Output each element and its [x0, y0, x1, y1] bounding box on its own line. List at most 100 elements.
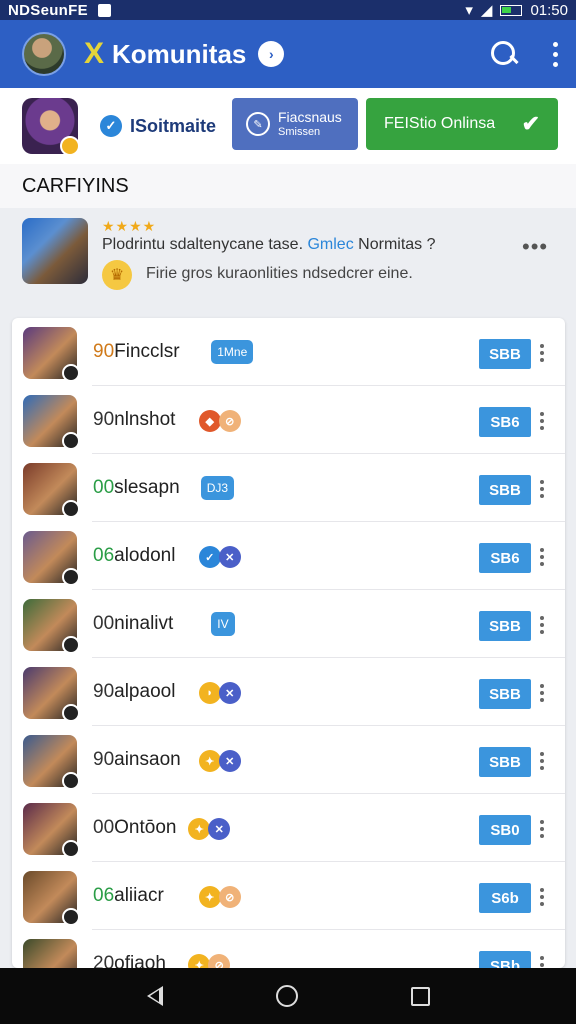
profile-avatar[interactable] — [22, 98, 80, 156]
item-thumbnail[interactable] — [23, 395, 80, 450]
item-thumbnail[interactable] — [23, 463, 80, 518]
item-action-button[interactable]: SBB — [479, 339, 531, 369]
item-more-icon[interactable] — [540, 616, 544, 634]
search-icon[interactable] — [489, 39, 519, 69]
item-action-button[interactable]: S6b — [479, 883, 531, 913]
item-action-button[interactable]: SBB — [479, 611, 531, 641]
item-action-button[interactable]: SB0 — [479, 815, 531, 845]
notification-icon — [97, 3, 111, 17]
list-item[interactable]: 90ainsaon ✦ ✕ SBB — [12, 726, 565, 794]
post-more-icon[interactable]: ••• — [522, 234, 548, 260]
status-icon: ✓ — [198, 546, 221, 568]
item-number: 90 — [93, 681, 115, 702]
item-thumbnail[interactable] — [23, 803, 80, 858]
online-button[interactable]: FEIStio Onlinsa ✔ — [366, 98, 558, 150]
item-name: 00Ontōon — [93, 817, 176, 839]
item-name: 90alpaool — [93, 681, 175, 703]
item-action-button[interactable]: SB6 — [479, 543, 531, 573]
list-item[interactable]: 00Ontōon ✦ ✕ SB0 — [12, 794, 565, 862]
item-label: ofiaoh — [114, 953, 166, 968]
list-item[interactable]: 90nlnshot ◆ ⊘ SB6 — [12, 386, 565, 454]
item-more-icon[interactable] — [540, 956, 544, 968]
item-action-button[interactable]: SBB — [479, 679, 531, 709]
item-number: 20 — [93, 953, 115, 968]
item-more-icon[interactable] — [540, 752, 544, 770]
post-link[interactable]: Gmlec — [307, 236, 353, 253]
user-avatar[interactable] — [22, 32, 66, 76]
item-thumbnail[interactable] — [23, 531, 80, 586]
list-item[interactable]: 00ninalivt IV SBB — [12, 590, 565, 658]
item-number: 90 — [93, 341, 115, 362]
secondary-button-line2: Smissen — [278, 125, 321, 138]
post-card[interactable]: ★★★★ Plodrintu sdaltenycane tase. Gmlec … — [0, 208, 576, 304]
item-name: 90ainsaon — [93, 749, 181, 771]
item-more-icon[interactable] — [540, 412, 544, 430]
item-label: ainsaon — [114, 749, 181, 770]
app-logo-icon: X — [84, 37, 105, 70]
item-number: 90 — [93, 749, 115, 770]
list-item[interactable]: 90Fincclsr 1Mne SBB — [12, 318, 565, 386]
badge-icon: ⊘ — [208, 954, 231, 968]
secondary-action-button[interactable]: ✎ Fiacsnaus Smissen — [232, 98, 358, 150]
check-icon: ✔ — [521, 111, 540, 136]
item-label: slesapn — [114, 477, 180, 498]
item-thumbnail[interactable] — [23, 327, 80, 382]
item-thumbnail[interactable] — [23, 735, 80, 790]
item-number: 06 — [93, 885, 115, 906]
item-more-icon[interactable] — [540, 888, 544, 906]
item-thumbnail[interactable] — [23, 667, 80, 722]
app-bar: X Komunitas › — [0, 20, 576, 88]
item-more-icon[interactable] — [540, 344, 544, 362]
badge-icon: ✕ — [208, 818, 231, 840]
status-icon: ◗ — [198, 682, 221, 704]
item-tag: DJ3 — [200, 476, 235, 500]
battery-icon — [500, 4, 523, 16]
overflow-menu-icon[interactable] — [549, 41, 562, 67]
item-more-icon[interactable] — [540, 820, 544, 838]
post-thumbnail[interactable] — [22, 218, 88, 284]
status-icon: ✦ — [188, 954, 211, 968]
item-thumbnail[interactable] — [23, 871, 80, 926]
item-label: Fincclsr — [114, 341, 180, 362]
item-action-button[interactable]: SB6 — [479, 407, 531, 437]
carrier-label: NDSeunFE — [8, 1, 88, 19]
badge-icon: ✕ — [218, 750, 241, 772]
list-item[interactable]: 00slesapn DJ3 SBB — [12, 454, 565, 522]
verified-icon: ✓ — [100, 115, 122, 137]
badge-icon: ✕ — [218, 546, 241, 568]
item-label: alodonl — [114, 545, 176, 566]
item-thumbnail[interactable] — [23, 939, 77, 968]
item-more-icon[interactable] — [540, 548, 544, 566]
list-item[interactable]: 20ofiaoh ✦ ⊘ SBb — [12, 930, 565, 968]
item-number: 00 — [93, 817, 115, 838]
status-icons: ▾ ◢ 01:50 — [465, 1, 568, 20]
item-more-icon[interactable] — [540, 684, 544, 702]
title-badge-icon[interactable]: › — [258, 41, 285, 67]
item-number: 00 — [93, 477, 115, 498]
post-subtext: Firie gros kuraonlities ndsedcrer eine. — [146, 265, 413, 282]
item-name: 06alodonl — [93, 545, 175, 567]
clock: 01:50 — [530, 1, 568, 19]
list-item[interactable]: 06alodonl ✓ ✕ SB6 — [12, 522, 565, 590]
wifi-icon: ▾ — [465, 2, 473, 19]
list-item[interactable]: 90alpaool ◗ ✕ SBB — [12, 658, 565, 726]
item-label: nlnshot — [114, 409, 176, 430]
item-action-button[interactable]: SBb — [479, 951, 531, 968]
item-name: 00slesapn — [93, 477, 180, 499]
recent-apps-icon[interactable] — [410, 986, 430, 1006]
home-icon[interactable] — [275, 985, 298, 1007]
item-action-button[interactable]: SBB — [479, 475, 531, 505]
profile-row: ✓ ISoitmaite ✎ Fiacsnaus Smissen FEIStio… — [0, 88, 576, 164]
post-text-end: Normitas ? — [358, 236, 436, 253]
item-label: aliiacr — [114, 885, 164, 906]
item-name: 00ninalivt — [93, 613, 173, 635]
item-name: 90Fincclsr — [93, 341, 180, 363]
item-more-icon[interactable] — [540, 480, 544, 498]
item-thumbnail[interactable] — [23, 599, 80, 654]
list-item[interactable]: 06aliiacr ✦ ⊘ S6b — [12, 862, 565, 930]
back-icon[interactable] — [146, 986, 163, 1006]
profile-name: ISoitmaite — [130, 115, 217, 136]
item-action-button[interactable]: SBB — [479, 747, 531, 777]
online-button-label: FEIStio Onlinsa — [384, 115, 496, 132]
community-list: 90Fincclsr 1Mne SBB 90nlnshot ◆ ⊘ SB6 00slesapn… — [12, 318, 565, 968]
